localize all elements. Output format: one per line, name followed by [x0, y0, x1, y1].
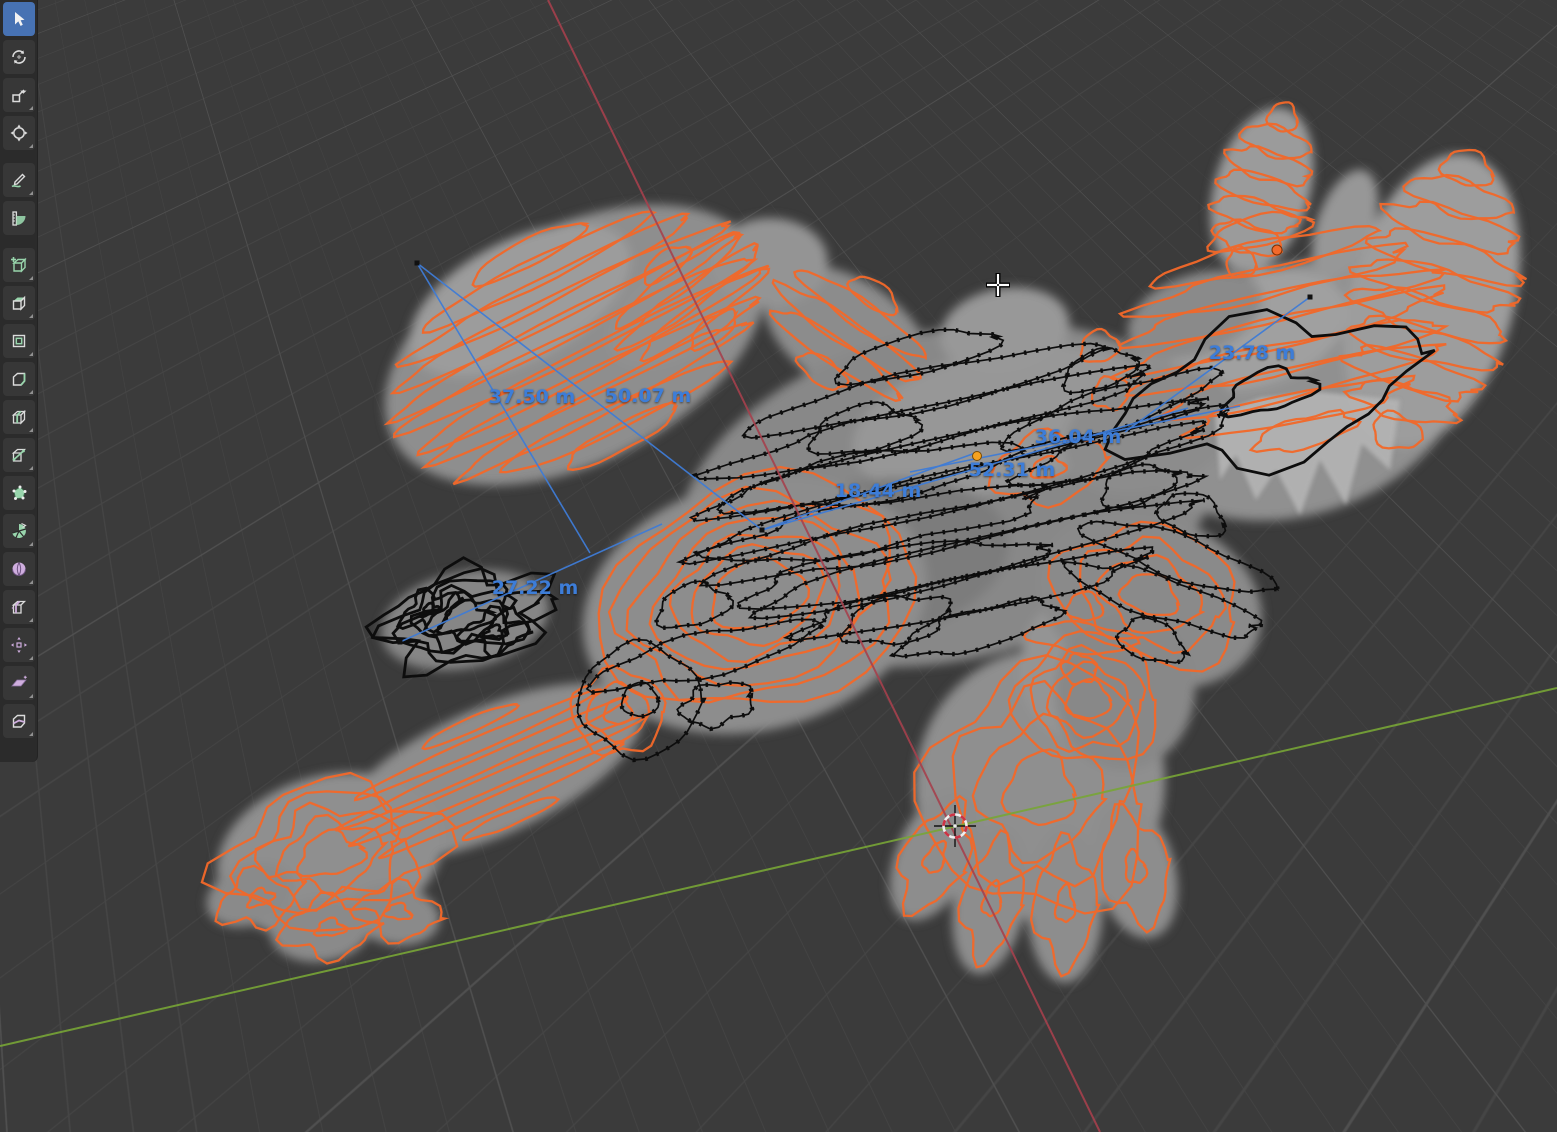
bevel-icon — [9, 369, 29, 389]
tool-spin[interactable] — [2, 514, 35, 548]
tool-transform[interactable] — [2, 116, 35, 150]
tool-group-indicator — [28, 191, 33, 195]
shrink-fatten-icon — [9, 635, 29, 655]
add-cube-icon — [9, 255, 29, 275]
tool-group-indicator — [28, 580, 33, 584]
tool-group-indicator — [28, 732, 33, 736]
tool-edge-slide[interactable] — [2, 590, 35, 624]
tool-scale[interactable] — [2, 78, 35, 112]
scale-icon — [9, 85, 29, 105]
knife-icon — [9, 445, 29, 465]
toolbar — [0, 0, 38, 762]
measurement-label[interactable]: 36.04 m — [1035, 426, 1122, 448]
ruler-endpoint-marker[interactable] — [759, 527, 765, 533]
tool-extrude-region[interactable] — [2, 286, 35, 320]
measurement-label[interactable]: 27.22 m — [492, 577, 579, 599]
tool-shear[interactable] — [2, 666, 35, 700]
selected-control-point[interactable] — [1271, 244, 1283, 256]
extrude-icon — [9, 293, 29, 313]
select-box-icon — [9, 9, 29, 29]
tool-annotate[interactable] — [2, 163, 35, 197]
tool-measure[interactable] — [2, 201, 35, 235]
measurement-label[interactable]: 52.31 m — [969, 459, 1056, 481]
tool-group-indicator — [28, 428, 33, 432]
rip-region-icon — [9, 711, 29, 731]
measurement-label[interactable]: 50.07 m — [605, 385, 692, 407]
measurement-label[interactable]: 18.44 m — [835, 480, 922, 502]
tool-shrink-fatten[interactable] — [2, 628, 35, 662]
tool-group-indicator — [28, 276, 33, 280]
tool-poly-build[interactable] — [2, 476, 35, 510]
tool-group-indicator — [28, 352, 33, 356]
inset-icon — [9, 331, 29, 351]
rotate-icon — [9, 47, 29, 67]
loop-cut-icon — [9, 407, 29, 427]
tool-group-indicator — [28, 314, 33, 318]
measurement-label[interactable]: 23.78 m — [1209, 342, 1296, 364]
smooth-icon — [9, 559, 29, 579]
annotate-icon — [9, 170, 29, 190]
tool-select-box[interactable] — [2, 2, 35, 36]
measure-icon — [9, 208, 29, 228]
ruler-endpoint-marker[interactable] — [414, 260, 420, 266]
tool-group-indicator — [28, 542, 33, 546]
measurement-label[interactable]: 37.50 m — [489, 386, 576, 408]
tool-inset-faces[interactable] — [2, 324, 35, 358]
tool-bevel[interactable] — [2, 362, 35, 396]
ruler-endpoint-marker[interactable] — [1307, 294, 1313, 300]
poly-build-icon — [9, 483, 29, 503]
tool-knife[interactable] — [2, 438, 35, 472]
tool-rip-region[interactable] — [2, 704, 35, 738]
spin-icon — [9, 521, 29, 541]
tool-group-indicator — [28, 694, 33, 698]
scene-canvas — [0, 0, 1557, 1132]
transform-icon — [9, 123, 29, 143]
tool-group-indicator — [28, 618, 33, 622]
tool-loop-cut[interactable] — [2, 400, 35, 434]
shear-icon — [9, 673, 29, 693]
tool-group-indicator — [28, 466, 33, 470]
ruler-endpoint-marker[interactable] — [397, 639, 403, 645]
edge-slide-icon — [9, 597, 29, 617]
tool-group-indicator — [28, 390, 33, 394]
tool-rotate[interactable] — [2, 40, 35, 74]
tool-group-indicator — [28, 144, 33, 148]
tool-group-indicator — [28, 106, 33, 110]
viewport[interactable]: 37.50 m 50.07 m 27.22 m 18.44 m 52.31 m 36.04… — [0, 0, 1557, 1132]
tool-group-indicator — [28, 656, 33, 660]
tool-smooth[interactable] — [2, 552, 35, 586]
tool-add-cube[interactable] — [2, 248, 35, 282]
